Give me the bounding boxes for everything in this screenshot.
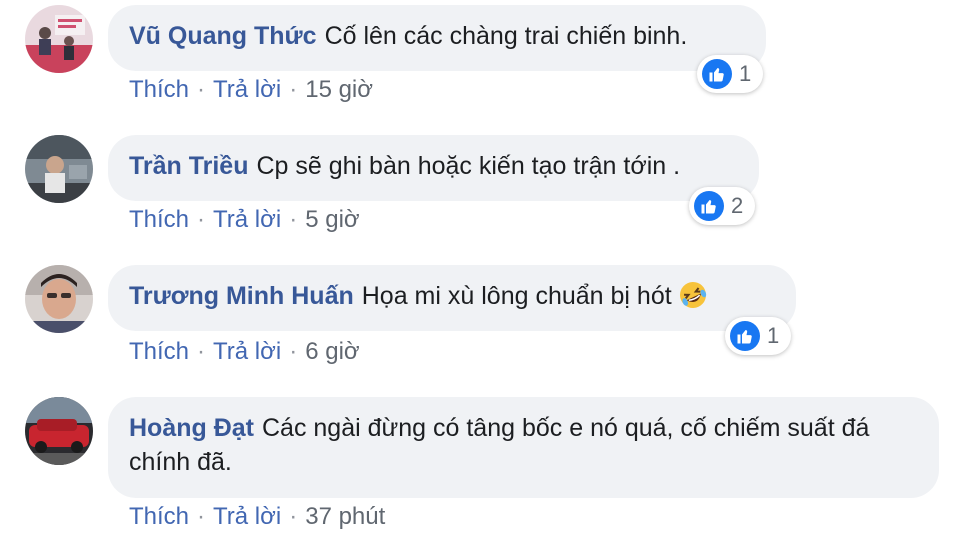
timestamp[interactable]: 15 giờ xyxy=(305,76,373,103)
like-icon xyxy=(730,321,760,351)
comment-actions: Thích · Trả lời · 5 giờ xyxy=(129,206,360,234)
avatar[interactable] xyxy=(25,397,93,465)
like-link[interactable]: Thích xyxy=(129,76,189,103)
timestamp[interactable]: 6 giờ xyxy=(305,338,359,365)
separator: · xyxy=(289,338,298,365)
comment-actions: Thích · Trả lời · 37 phút xyxy=(129,503,385,531)
comment-author[interactable]: Trương Minh Huấn xyxy=(129,282,354,310)
comment-bubble: Vũ Quang Thức Cố lên các chàng trai chiến… xyxy=(108,5,766,71)
comment-bubble: Trần Triều Cp sẽ ghi bàn hoặc kiến tạo tr… xyxy=(108,135,759,201)
separator: · xyxy=(197,503,206,530)
reply-link[interactable]: Trả lời xyxy=(213,76,281,103)
reaction-summary[interactable]: 1 xyxy=(725,317,791,355)
reaction-count: 1 xyxy=(739,61,752,86)
like-link[interactable]: Thích xyxy=(129,206,189,233)
comment-text: Cố lên các chàng trai chiến binh. xyxy=(324,22,688,50)
comment-actions: Thích · Trả lời · 6 giờ xyxy=(129,338,360,366)
comment-text: Cp sẽ ghi bàn hoặc kiến tạo trận tớin . xyxy=(256,152,681,180)
like-link[interactable]: Thích xyxy=(129,503,189,530)
reaction-summary[interactable]: 2 xyxy=(689,187,755,225)
reaction-count: 1 xyxy=(767,323,780,348)
reaction-summary[interactable]: 1 xyxy=(697,55,763,93)
comment-bubble: Hoàng Đạt Các ngài đừng có tâng bốc e nó … xyxy=(108,397,939,498)
comment-author[interactable]: Hoàng Đạt xyxy=(129,414,254,442)
comment-actions: Thích · Trả lời · 15 giờ xyxy=(129,76,373,104)
like-icon xyxy=(694,191,724,221)
rolling-on-floor-laughing-emoji xyxy=(678,280,708,319)
avatar[interactable] xyxy=(25,5,93,73)
separator: · xyxy=(197,76,206,103)
avatar[interactable] xyxy=(25,135,93,203)
avatar[interactable] xyxy=(25,265,93,333)
comment-author[interactable]: Vũ Quang Thức xyxy=(129,22,317,50)
like-link[interactable]: Thích xyxy=(129,338,189,365)
separator: · xyxy=(289,76,298,103)
separator: · xyxy=(289,206,298,233)
reply-link[interactable]: Trả lời xyxy=(213,206,281,233)
timestamp[interactable]: 5 giờ xyxy=(305,206,359,233)
comment-author[interactable]: Trần Triều xyxy=(129,152,248,180)
reaction-count: 2 xyxy=(731,193,744,218)
comment-bubble: Trương Minh Huấn Họa mi xù lông chuẩn bị … xyxy=(108,265,796,331)
separator: · xyxy=(197,338,206,365)
separator: · xyxy=(197,206,206,233)
separator: · xyxy=(289,503,298,530)
reply-link[interactable]: Trả lời xyxy=(213,338,281,365)
comment-text: Họa mi xù lông chuẩn bị hót xyxy=(361,282,672,310)
reply-link[interactable]: Trả lời xyxy=(213,503,281,530)
like-icon xyxy=(702,59,732,89)
timestamp[interactable]: 37 phút xyxy=(305,503,385,530)
